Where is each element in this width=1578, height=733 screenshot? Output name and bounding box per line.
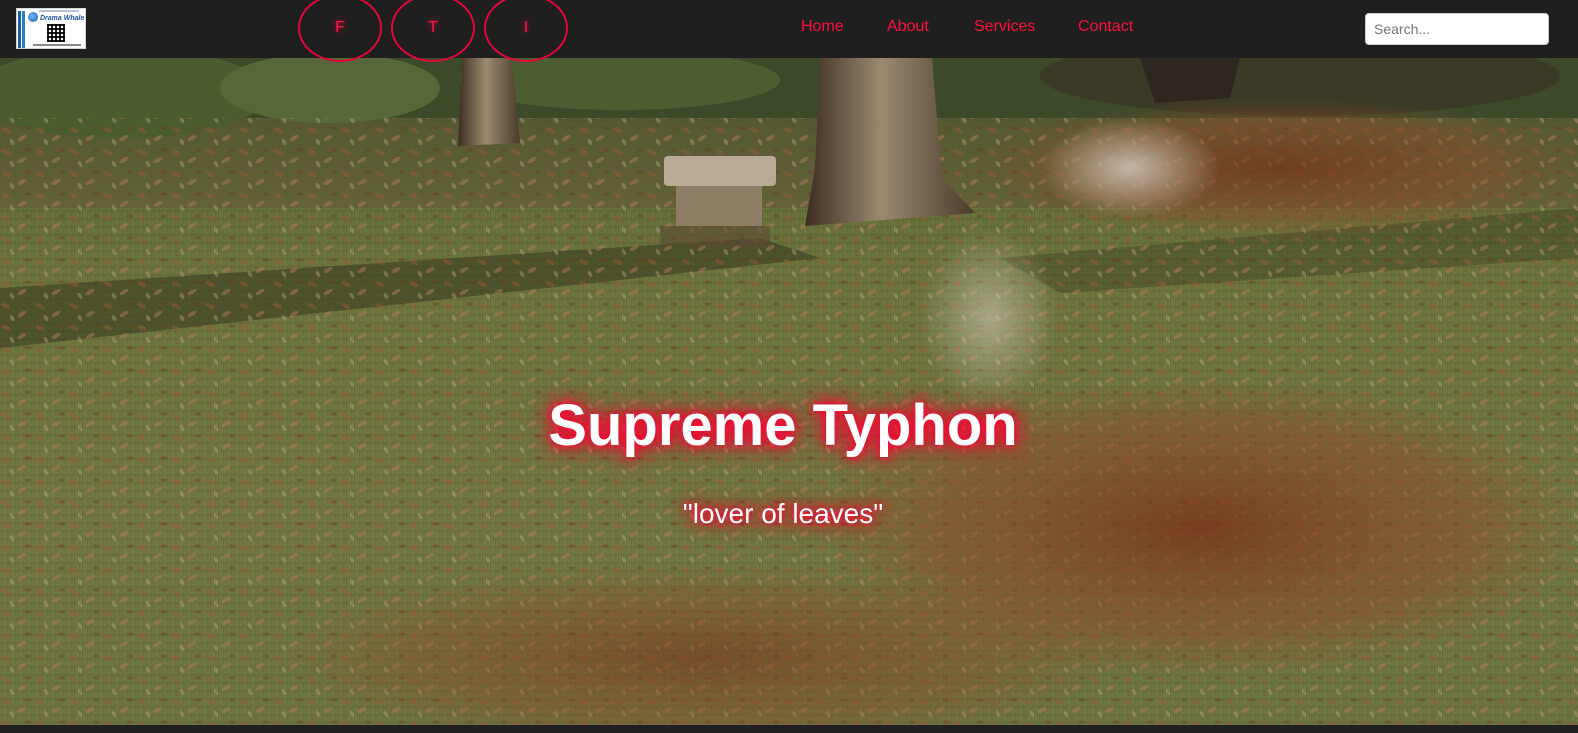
search-input[interactable] (1365, 13, 1549, 45)
logo-brand-text: Drama Whale (40, 15, 85, 22)
nav-about-link[interactable]: About (887, 18, 929, 36)
hero-section: Supreme Typhon "lover of leaves" (0, 58, 1578, 725)
qr-code-icon (47, 24, 65, 42)
facebook-icon: F (335, 19, 345, 36)
instagram-icon: I (523, 19, 529, 36)
hero-subtitle: "lover of leaves" (682, 498, 884, 529)
site-logo[interactable]: Drama Whale (16, 8, 86, 49)
top-navbar: Drama Whale F T I Home About Services Co… (0, 0, 1578, 62)
nav-home-link[interactable]: Home (801, 18, 844, 36)
twitter-icon: T (428, 19, 438, 36)
nav-contact-link[interactable]: Contact (1078, 18, 1133, 36)
twitter-button[interactable]: T (391, 0, 475, 62)
facebook-button[interactable]: F (298, 0, 382, 62)
hero-title: Supreme Typhon (548, 393, 1018, 458)
page-bottom-edge (0, 725, 1578, 733)
whale-emblem-icon (28, 12, 38, 22)
nav-services-link[interactable]: Services (974, 18, 1035, 36)
instagram-button[interactable]: I (484, 0, 568, 62)
